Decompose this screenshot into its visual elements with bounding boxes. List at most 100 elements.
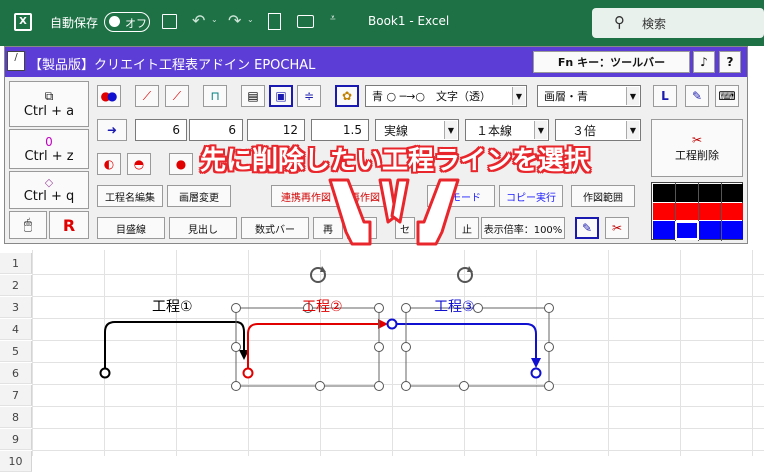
resize-handle — [473, 303, 483, 313]
scissors-icon: ✂ — [691, 133, 703, 147]
process-line-1-start — [99, 367, 111, 379]
value-field-2[interactable]: 6 — [189, 119, 243, 141]
chevron-down-icon: ▼ — [626, 121, 639, 139]
ctrl-z-button[interactable]: 0 Ctrl + z — [9, 129, 89, 169]
copy-icon: ⧉ — [44, 89, 54, 103]
mouse-button[interactable]: 🖱 — [9, 211, 47, 239]
excel-logo-icon: X — [14, 13, 32, 31]
process-line-1 — [104, 321, 245, 373]
resize-handle — [374, 303, 384, 313]
chevron-down-icon: ▼ — [512, 87, 525, 105]
line-style-select[interactable]: 実線 ▼ — [375, 119, 459, 141]
eraser-icon: ◇ — [44, 176, 54, 189]
value-field-3[interactable]: 12 — [247, 119, 305, 141]
line-count-select[interactable]: １本線 ▼ — [465, 119, 549, 141]
align-icon[interactable]: ≑ — [297, 85, 321, 107]
process-label-3[interactable]: 工程③ — [434, 296, 475, 316]
resize-handle — [401, 381, 411, 391]
worksheet-grid[interactable]: 1 2 3 4 5 6 7 8 9 10 工程① 工程② 工程③ — [0, 250, 764, 472]
redo-dropdown-icon[interactable]: ⌄ — [247, 15, 254, 24]
resize-handle — [544, 303, 554, 313]
resize-handle — [401, 342, 411, 352]
zoom-button[interactable]: 表示倍率：100% — [481, 217, 565, 239]
brand-logo-icon: R — [62, 215, 76, 235]
gear-color-icon[interactable]: ✿ — [335, 85, 359, 107]
value-field-1[interactable]: 6 — [135, 119, 187, 141]
process-label-1[interactable]: 工程① — [152, 296, 193, 316]
resize-handle — [401, 303, 411, 313]
redo-icon[interactable]: ↷ — [228, 11, 241, 30]
selection-box-3 — [405, 307, 550, 387]
chevron-down-icon: ▼ — [444, 121, 457, 139]
resize-handle — [374, 381, 384, 391]
node-link-2-icon[interactable]: ⟋ — [165, 85, 189, 107]
ctrl-q-button[interactable]: ◇ Ctrl + q — [9, 171, 89, 209]
delete-process-button[interactable]: ✂ 工程削除 — [651, 119, 743, 177]
camera-icon[interactable] — [297, 15, 314, 28]
connector-icon[interactable]: ⊓ — [203, 85, 227, 107]
music-button[interactable]: ♪ — [693, 51, 715, 73]
resize-handle — [374, 342, 384, 352]
layer-select[interactable]: 画層・青 ▼ — [537, 85, 641, 107]
edit-pen-icon[interactable]: ✎ — [685, 85, 709, 107]
red-shape-2-icon[interactable]: ◓ — [127, 153, 151, 175]
edit-name-button[interactable]: 工程名編集 — [97, 185, 163, 207]
process-diagram — [99, 266, 554, 391]
toolbar-title: 【製品版】クリエイト工程表アドイン EPOCHAL — [29, 58, 316, 73]
customize-qat-icon[interactable]: ⩡ — [330, 13, 336, 24]
font-l-icon[interactable]: L — [653, 85, 677, 107]
chevron-down-icon: ▼ — [534, 121, 547, 139]
copy-run-button[interactable]: コピー実行 — [499, 185, 563, 207]
formula-bar-button[interactable]: 数式バー — [241, 217, 309, 239]
resize-handle — [231, 342, 241, 352]
process-line-3-start — [386, 318, 398, 330]
undo-icon[interactable]: ↶ — [192, 11, 205, 30]
scissors-2-icon[interactable]: ✂ — [605, 217, 629, 239]
resize-handle — [231, 381, 241, 391]
instruction-callout: 先に削除したい工程ラインを選択 — [200, 146, 591, 176]
process-label-2[interactable]: 工程② — [302, 296, 343, 316]
search-label: 検索 — [642, 17, 667, 31]
pointing-hands-icon — [328, 178, 460, 246]
ctrl-a-button[interactable]: ⧉ Ctrl + a — [9, 81, 89, 127]
process-line-2 — [247, 323, 382, 373]
scale-select[interactable]: ３倍 ▼ — [555, 119, 641, 141]
color-palette[interactable] — [651, 182, 743, 241]
red-shape-icon[interactable]: ◐ — [97, 153, 121, 175]
resize-handle — [315, 381, 325, 391]
node-link-icon[interactable]: ⟋ — [135, 85, 159, 107]
headings-button[interactable]: 見出し — [169, 217, 237, 239]
line-style-value: 実線 — [384, 123, 409, 138]
autosave-toggle[interactable]: オフ — [104, 12, 150, 32]
search-icon: ⚲ — [614, 13, 625, 31]
scale-value: ３倍 — [572, 123, 597, 138]
autosave-state: オフ — [125, 17, 147, 30]
draw-area-button[interactable]: 作図範囲 — [571, 185, 635, 207]
chevron-down-icon: ▼ — [626, 87, 639, 105]
toggle-knob-icon — [109, 16, 120, 27]
palette-selected-cell[interactable] — [675, 221, 699, 240]
undo-dropdown-icon[interactable]: ⌄ — [211, 15, 218, 24]
color-text-select[interactable]: 青 ○ ─→○ 文字（透） ▼ — [365, 85, 527, 107]
palette-icon[interactable]: ● ● — [97, 85, 121, 107]
fit-view-icon[interactable]: ▣ — [269, 85, 293, 107]
toolbar-header[interactable]: / 【製品版】クリエイト工程表アドイン EPOCHAL Fn キー：ツールバー … — [5, 47, 747, 77]
gridlines-button[interactable]: 目盛線 — [97, 217, 165, 239]
document-icon[interactable] — [268, 13, 281, 30]
value-field-4[interactable]: 1.5 — [311, 119, 369, 141]
grid-view-icon[interactable]: ▤ — [241, 85, 265, 107]
edit-pen-2-icon[interactable]: ✎ — [575, 217, 599, 239]
fn-key-button[interactable]: Fn キー：ツールバー — [533, 51, 690, 73]
excel-titlebar: X 自動保存 オフ ↶ ⌄ ↷ ⌄ ⩡ Book1 - Excel ⚲ 検索 — [0, 0, 764, 46]
logo-button[interactable]: R — [49, 211, 89, 239]
process-line-3 — [392, 323, 537, 362]
keyboard-icon[interactable]: ⌨ — [715, 85, 739, 107]
save-icon[interactable] — [162, 14, 177, 29]
search-box[interactable]: ⚲ 検索 — [592, 8, 764, 38]
change-layer-button[interactable]: 画層変更 — [167, 185, 231, 207]
layer-value: 画層・青 — [544, 90, 588, 103]
arrow-right-icon[interactable]: ➜ — [97, 119, 127, 141]
red-dot-icon[interactable]: ● — [169, 153, 193, 175]
resize-handle — [231, 303, 241, 313]
help-button[interactable]: ? — [719, 51, 741, 73]
